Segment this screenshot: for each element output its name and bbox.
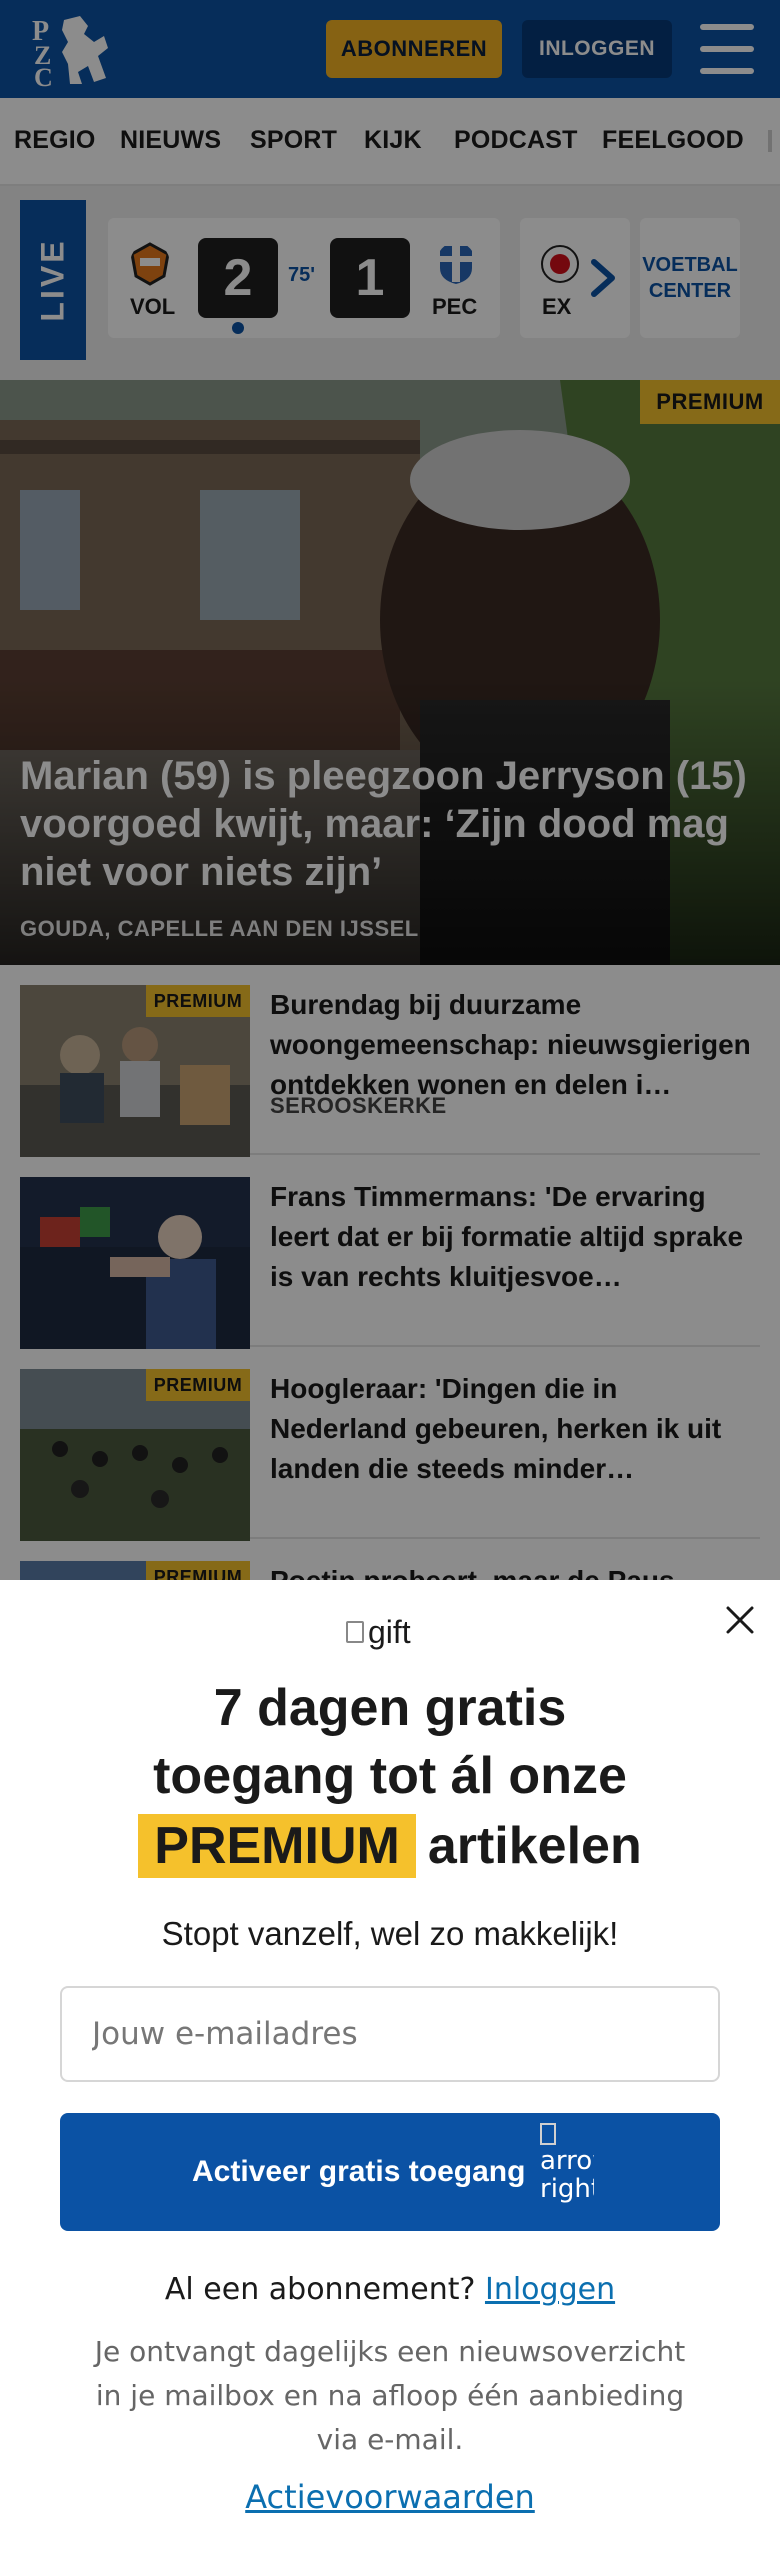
premium-trial-modal: gift 7 dagen gratis toegang tot ál onze …	[0, 1580, 780, 2560]
arrow-right-icon: arrow right	[540, 2121, 594, 2221]
modal-title-line2: toegang tot ál onze	[153, 1747, 627, 1805]
terms-link[interactable]: Actievoorwaarden	[40, 2478, 740, 2516]
activate-trial-button[interactable]: Activeer gratis toegang arrow right	[60, 2113, 720, 2231]
email-field[interactable]	[60, 1986, 720, 2082]
login-link[interactable]: Inloggen	[485, 2272, 615, 2307]
premium-highlight: PREMIUM	[138, 1814, 416, 1878]
modal-backdrop[interactable]	[0, 0, 780, 1580]
gift-icon: gift	[346, 1610, 436, 1654]
modal-disclaimer: Je ontvangt dagelijks een nieuwsoverzich…	[94, 2335, 686, 2456]
modal-subtitle: Stopt vanzelf, wel zo makkelijk!	[161, 1915, 619, 1952]
modal-title-line1: 7 dagen gratis	[213, 1679, 567, 1737]
modal-title-line3: PREMIUM artikelen	[40, 1814, 740, 1878]
existing-subscription-line: Al een abonnement? Inloggen	[164, 2272, 616, 2307]
close-icon[interactable]	[722, 1602, 758, 1638]
